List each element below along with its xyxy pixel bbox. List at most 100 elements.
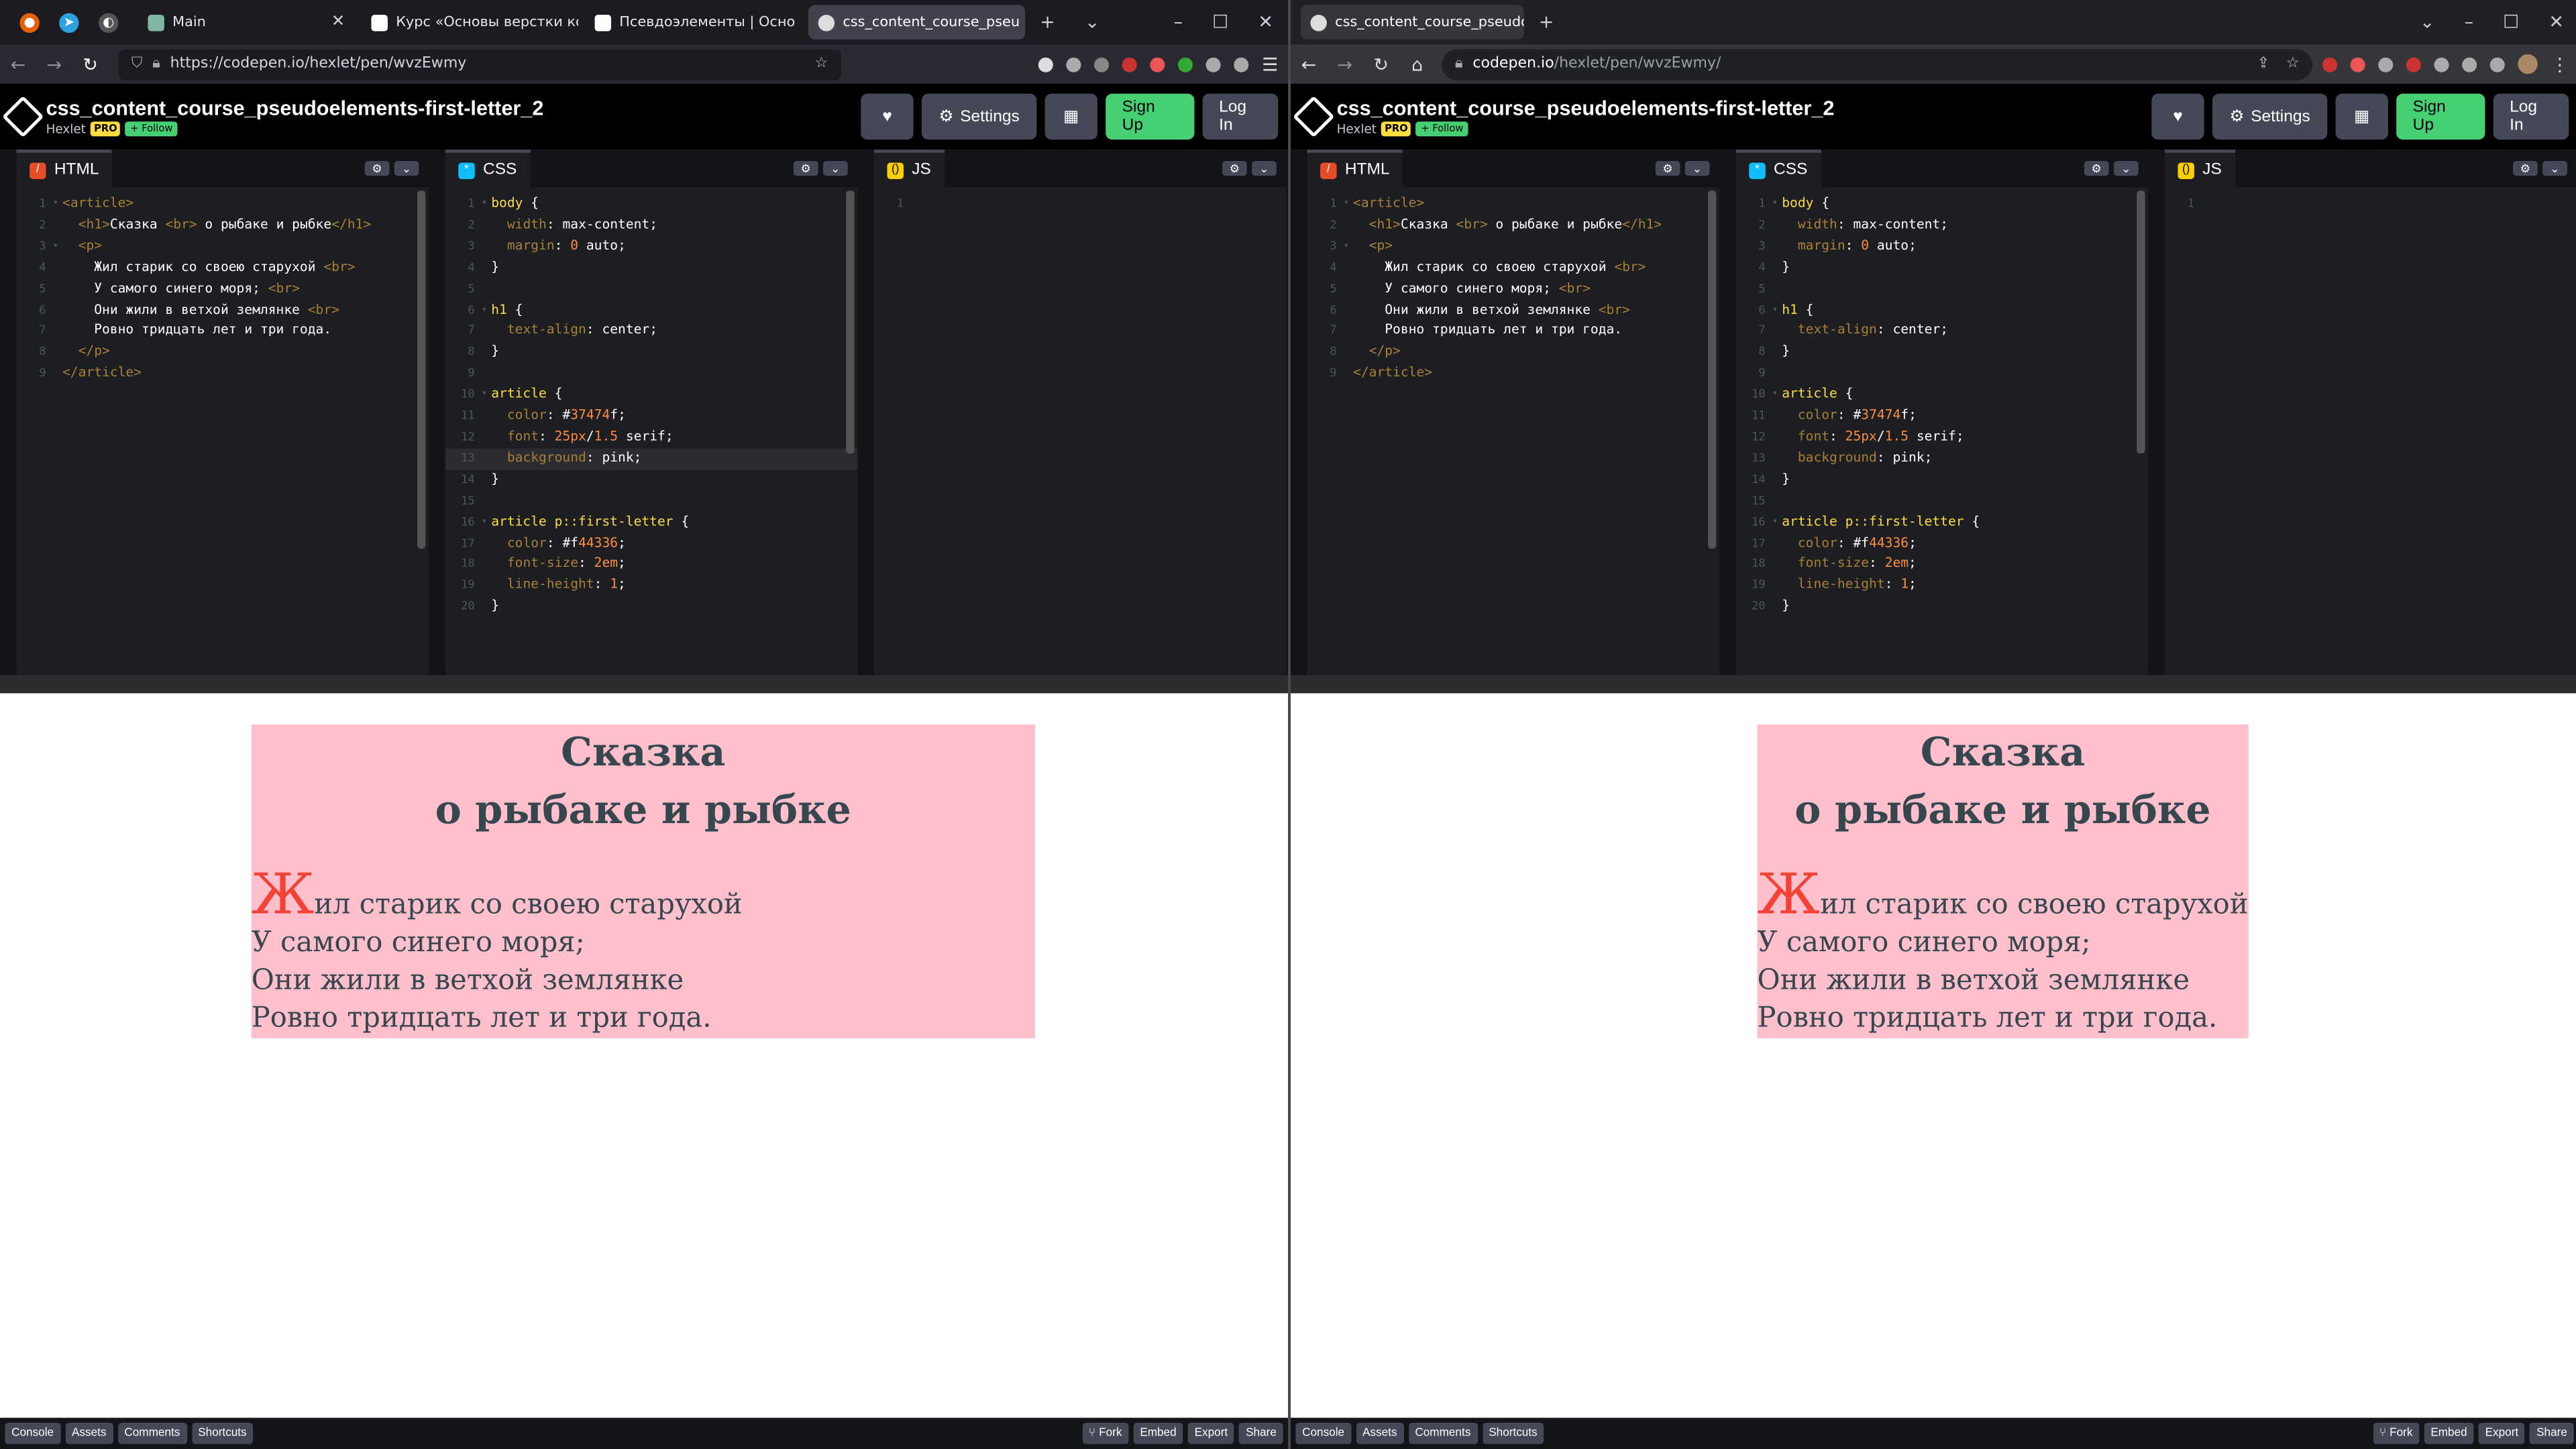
chevron-down-icon[interactable]: ⌄ xyxy=(822,161,848,176)
sidebar-icon[interactable] xyxy=(2489,56,2505,72)
extension-icon[interactable] xyxy=(1178,56,1193,72)
embed-button[interactable]: Embed xyxy=(1133,1422,1183,1444)
resize-handle[interactable] xyxy=(1291,675,2576,694)
resize-handle[interactable] xyxy=(0,675,1288,694)
settings-button[interactable]: ⚙ Settings xyxy=(921,93,1037,140)
follow-button[interactable]: + Follow xyxy=(125,121,178,137)
css-code[interactable]: 1 ▾ body {2 width: max-content; 3 margin: 0… xyxy=(445,187,858,618)
signup-button[interactable]: Sign Up xyxy=(2396,93,2485,140)
html-editor[interactable]: / HTML ⚙ ⌄ 1 ▾ <article> 2 <h1>Сказка <br> о … xyxy=(1307,149,1720,676)
scrollbar[interactable] xyxy=(2137,191,2145,453)
export-button[interactable]: Export xyxy=(2478,1422,2525,1444)
maximize-icon[interactable]: ☐ xyxy=(1212,11,1228,33)
html-code[interactable]: 1 ▾ <article> 2 <h1>Сказка <br> о рыбаке и … xyxy=(1307,187,1719,384)
pen-title[interactable]: css_content_course_pseudoelements-first-… xyxy=(46,97,544,119)
tab-main[interactable]: Main ✕ xyxy=(138,5,355,39)
js-editor[interactable]: () JS ⚙ ⌄ 1 xyxy=(2164,149,2576,676)
gear-icon[interactable]: ⚙ xyxy=(1222,161,1247,176)
gear-icon[interactable]: ⚙ xyxy=(793,161,818,176)
chevron-down-icon[interactable]: ⌄ xyxy=(394,161,419,176)
chevron-down-icon[interactable]: ⌄ xyxy=(1684,161,1710,176)
address-field[interactable]: 🔒︎ codepen.io /hexlet/pen/wvzEwmy/ ⇪ ☆ xyxy=(1442,48,2313,80)
export-button[interactable]: Export xyxy=(1187,1422,1234,1444)
html-code[interactable]: 1 ▾ <article> 2 <h1>Сказка <br> о рыбаке и … xyxy=(16,187,429,384)
pen-owner[interactable]: Hexlet xyxy=(1337,121,1377,136)
chevron-down-icon[interactable]: ⌄ xyxy=(2420,11,2435,33)
extension-icon[interactable] xyxy=(1094,56,1110,72)
console-button[interactable]: Console xyxy=(5,1422,60,1444)
extension-icon[interactable] xyxy=(2378,56,2394,72)
assets-button[interactable]: Assets xyxy=(1356,1422,1404,1444)
comments-button[interactable]: Comments xyxy=(117,1422,187,1444)
telegram-icon[interactable]: ➤ xyxy=(59,12,79,32)
console-button[interactable]: Console xyxy=(1295,1422,1351,1444)
extension-icon[interactable] xyxy=(2434,56,2449,72)
maximize-icon[interactable]: ☐ xyxy=(2503,11,2519,33)
close-icon[interactable]: ✕ xyxy=(795,13,802,32)
share-button[interactable]: Share xyxy=(2530,1422,2574,1444)
scrollbar[interactable] xyxy=(846,191,855,453)
tab-css[interactable]: * CSS xyxy=(1735,149,1821,188)
reload-icon[interactable]: ↻ xyxy=(1363,54,1399,75)
heart-button[interactable]: ♥ xyxy=(861,93,914,140)
menu-icon[interactable]: ☰ xyxy=(1262,54,1278,75)
gear-icon[interactable]: ⚙ xyxy=(364,161,390,176)
close-icon[interactable]: ✕ xyxy=(318,13,345,32)
bookmark-star-icon[interactable]: ☆ xyxy=(815,56,828,72)
menu-icon[interactable]: ⋮ xyxy=(2551,54,2569,75)
fork-button[interactable]: ⑂ Fork xyxy=(1082,1422,1129,1444)
close-window-icon[interactable]: ✕ xyxy=(1258,11,1273,33)
share-button[interactable]: Share xyxy=(1239,1422,1283,1444)
extension-icon[interactable] xyxy=(2406,56,2421,72)
shortcuts-button[interactable]: Shortcuts xyxy=(1482,1422,1544,1444)
minimize-icon[interactable]: – xyxy=(1174,11,1183,33)
assets-button[interactable]: Assets xyxy=(65,1422,113,1444)
css-editor[interactable]: * CSS ⚙ ⌄ 1 ▾ body {2 width: max-content; 3 m… xyxy=(445,149,858,676)
login-button[interactable]: Log In xyxy=(2493,93,2569,140)
share-icon[interactable]: ⇪ xyxy=(2257,56,2269,72)
close-window-icon[interactable]: ✕ xyxy=(2548,11,2564,33)
extension-icon[interactable] xyxy=(1122,56,1138,72)
layout-button[interactable]: ▦ xyxy=(2335,93,2388,140)
settings-button[interactable]: ⚙ Settings xyxy=(2212,93,2328,140)
minimize-icon[interactable]: – xyxy=(2465,11,2473,33)
follow-button[interactable]: + Follow xyxy=(1415,121,1468,137)
tab-css[interactable]: * CSS xyxy=(445,149,530,188)
back-icon[interactable]: ← xyxy=(1291,54,1327,75)
scrollbar[interactable] xyxy=(417,191,426,549)
forward-icon[interactable]: → xyxy=(1327,54,1363,75)
js-editor[interactable]: () JS ⚙ ⌄ 1 xyxy=(873,149,1287,676)
css-code[interactable]: 1 ▾ body {2 width: max-content; 3 margin: 0… xyxy=(1736,187,2149,618)
avatar[interactable] xyxy=(2518,54,2538,74)
shortcuts-button[interactable]: Shortcuts xyxy=(191,1422,254,1444)
address-field[interactable]: ⛉ 🔒︎ https://codepen.io/hexlet/pen/wvzEw… xyxy=(118,48,841,80)
tab-js[interactable]: () JS xyxy=(2164,149,2235,188)
extensions-puzzle-icon[interactable] xyxy=(2462,56,2477,72)
bookmark-star-icon[interactable]: ☆ xyxy=(2286,56,2300,72)
fork-button[interactable]: ⑂ Fork xyxy=(2373,1422,2420,1444)
extension-icon[interactable] xyxy=(1150,56,1165,72)
tab-course[interactable]: Курс «Основы верстки ко ✕ xyxy=(362,5,578,39)
tab-codepen-active[interactable]: css_content_course_pseudo ✕ xyxy=(1300,5,1524,40)
chevron-down-icon[interactable]: ⌄ xyxy=(2113,161,2139,176)
extension-icon[interactable] xyxy=(1205,56,1221,72)
tab-html[interactable]: / HTML xyxy=(16,149,113,188)
comments-button[interactable]: Comments xyxy=(1408,1422,1478,1444)
scrollbar[interactable] xyxy=(1708,191,1717,549)
extensions-puzzle-icon[interactable] xyxy=(1234,56,1249,72)
extension-icon[interactable] xyxy=(2350,56,2365,72)
layout-button[interactable]: ▦ xyxy=(1044,93,1097,140)
gear-icon[interactable]: ⚙ xyxy=(2084,161,2109,176)
chevron-down-icon[interactable]: ⌄ xyxy=(1085,11,1100,33)
pinned-tab-icon[interactable]: ◐ xyxy=(98,12,119,32)
login-button[interactable]: Log In xyxy=(1202,93,1279,140)
tab-pseudoelements[interactable]: Псевдоэлементы | Осно ✕ xyxy=(585,5,802,39)
pen-title[interactable]: css_content_course_pseudoelements-first-… xyxy=(1337,97,1835,119)
extension-icon[interactable] xyxy=(2322,56,2338,72)
css-editor[interactable]: * CSS ⚙ ⌄ 1 ▾ body {2 width: max-content; 3 m… xyxy=(1735,149,2149,676)
reload-icon[interactable]: ↻ xyxy=(72,54,109,75)
extension-icon[interactable] xyxy=(1066,56,1081,72)
close-icon[interactable]: ✕ xyxy=(1020,13,1025,32)
tab-codepen-active[interactable]: css_content_course_pseu ✕ xyxy=(808,5,1026,40)
pen-owner[interactable]: Hexlet xyxy=(46,121,86,136)
